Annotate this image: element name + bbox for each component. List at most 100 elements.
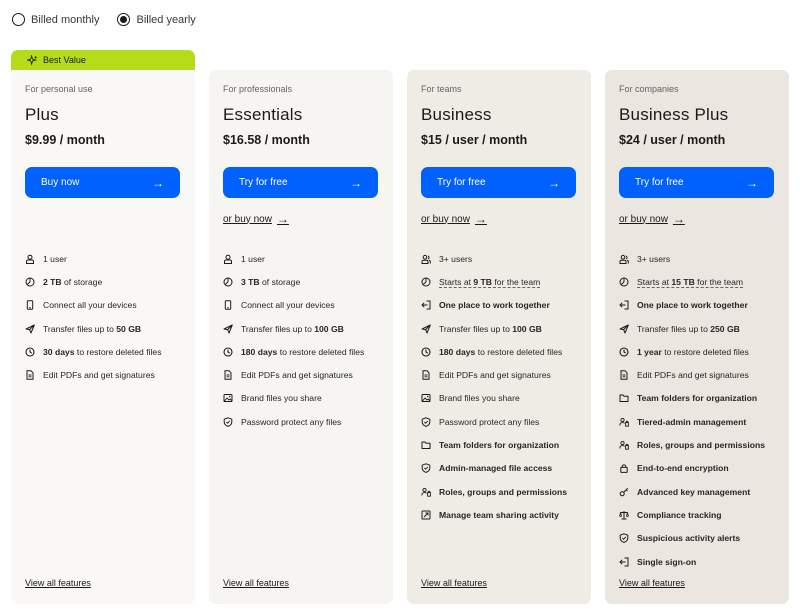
feature-text: Edit PDFs and get signatures: [43, 370, 155, 381]
feature-item: Transfer files up to 100 GB: [421, 317, 581, 340]
feature-label: One place to work together: [439, 300, 550, 310]
feature-label: Starts at 15 TB for the team: [637, 276, 744, 288]
buy-now-link[interactable]: or buy now →: [619, 212, 685, 226]
pdf-icon: [25, 370, 35, 380]
feature-item: Roles, groups and permissions: [619, 433, 779, 456]
feature-item: 1 year to restore deleted files: [619, 340, 779, 363]
feature-text: Transfer files up to: [637, 323, 711, 334]
feature-text: to restore deleted files: [277, 346, 365, 357]
plan-audience: For companies: [619, 84, 679, 94]
shield-icon: [421, 416, 431, 427]
feature-label: 180 days to restore deleted files: [241, 347, 364, 357]
view-all-features-link[interactable]: View all features: [223, 578, 289, 588]
feature-label: Brand files you share: [439, 393, 520, 403]
feature-item: Transfer files up to 50 GB: [25, 317, 185, 340]
feature-text: of storage: [259, 276, 301, 287]
feature-label: 3+ users: [439, 254, 472, 264]
feature-label: 1 year to restore deleted files: [637, 347, 749, 357]
view-all-features-link[interactable]: View all features: [421, 578, 487, 588]
feature-text: to restore deleted files: [74, 346, 162, 357]
storage-icon: [223, 277, 233, 287]
billed-monthly-radio[interactable]: [12, 13, 25, 26]
feature-item: Starts at 9 TB for the team: [421, 270, 581, 293]
restore-icon: [223, 347, 233, 357]
folder-icon: [619, 393, 629, 403]
feature-item: Transfer files up to 100 GB: [223, 317, 383, 340]
feature-text: for the team: [694, 276, 744, 287]
feature-text: Team folders for organization: [439, 440, 560, 451]
try-for-free-button[interactable]: Try for free →: [223, 167, 378, 198]
arrow-right-icon: →: [152, 175, 164, 190]
pdf-icon: [421, 370, 431, 380]
cta-label: Try for free: [635, 177, 684, 188]
device-icon: [25, 300, 35, 310]
feature-text: End-to-end encryption: [637, 463, 729, 474]
feature-text: Starts at: [637, 276, 672, 287]
feature-text: 180 days: [241, 346, 278, 357]
feature-label: Advanced key management: [637, 487, 750, 497]
feature-item: Connect all your devices: [25, 294, 185, 317]
billed-monthly-option[interactable]: Billed monthly: [12, 13, 99, 26]
feature-item: One place to work together: [619, 294, 779, 317]
restore-icon: [619, 347, 629, 357]
feature-label: Connect all your devices: [43, 300, 137, 310]
plan-card-business-plus: For companies Business Plus $24 / user / m…: [605, 70, 789, 604]
feature-text: 9 TB: [473, 276, 493, 287]
feature-text: 250 GB: [710, 323, 740, 334]
feature-text: of storage: [61, 276, 103, 287]
feature-item: Brand files you share: [421, 387, 581, 410]
storage-icon: [619, 277, 629, 287]
plan-price: $24 / user / month: [619, 133, 726, 147]
feature-text: Roles, groups and permissions: [439, 486, 567, 497]
arrow-right-icon: →: [474, 212, 487, 226]
billed-yearly-option[interactable]: Billed yearly: [117, 13, 196, 26]
feature-text: 3+ users: [637, 253, 671, 264]
view-all-features-link[interactable]: View all features: [25, 578, 91, 588]
feature-text: Admin-managed file access: [439, 463, 553, 474]
view-all-features-link[interactable]: View all features: [619, 578, 685, 588]
feature-text: 30 days: [43, 346, 75, 357]
feature-label: Password protect any files: [241, 417, 341, 427]
buy-now-link[interactable]: or buy now →: [223, 212, 289, 226]
share-activity-icon: [421, 510, 431, 520]
billed-monthly-label: Billed monthly: [31, 13, 100, 26]
plan-card-business: For teams Business $15 / user / month Try …: [407, 70, 591, 604]
buy-now-button[interactable]: Buy now →: [25, 167, 180, 198]
feature-label: Team folders for organization: [439, 440, 559, 450]
cta-label: Buy now: [41, 177, 80, 188]
feature-item: Compliance tracking: [619, 503, 779, 526]
user-icon: [25, 254, 35, 264]
feature-text: 100 GB: [512, 323, 542, 334]
arrow-right-icon: →: [276, 212, 289, 226]
try-for-free-button[interactable]: Try for free →: [619, 167, 774, 198]
feature-text: 2 TB: [43, 276, 62, 287]
shield-check-icon: [421, 463, 431, 474]
feature-text: Edit PDFs and get signatures: [241, 370, 353, 381]
buy-now-link[interactable]: or buy now →: [421, 212, 487, 226]
plan-name: Essentials: [223, 105, 303, 124]
scale-icon: [619, 510, 629, 520]
feature-label: Suspicious activity alerts: [637, 533, 740, 543]
arrow-right-icon: →: [746, 175, 758, 190]
feature-label: Single sign-on: [637, 557, 696, 567]
feature-tooltip-trigger[interactable]: Starts at 15 TB for the team: [637, 276, 744, 288]
feature-item: 3+ users: [421, 247, 581, 270]
feature-label: 1 user: [241, 254, 265, 264]
buy-now-label: or buy now: [619, 213, 668, 225]
feature-item: Manage team sharing activity: [421, 503, 581, 526]
feature-text: Suspicious activity alerts: [637, 533, 741, 544]
feature-label: Edit PDFs and get signatures: [241, 370, 353, 380]
feature-text: Single sign-on: [637, 556, 697, 567]
billed-yearly-radio[interactable]: [117, 13, 131, 26]
try-for-free-button[interactable]: Try for free →: [421, 167, 576, 198]
feature-item: Edit PDFs and get signatures: [619, 363, 779, 386]
feature-item: Edit PDFs and get signatures: [223, 363, 383, 386]
plan-price: $15 / user / month: [421, 133, 528, 147]
feature-list: 3+ users Starts at 9 TB for the team One…: [421, 247, 581, 527]
users-icon: [421, 254, 431, 264]
feature-item: One place to work together: [421, 294, 581, 317]
feature-label: 3 TB of storage: [241, 277, 300, 287]
feature-tooltip-trigger[interactable]: Starts at 9 TB for the team: [439, 276, 541, 288]
feature-text: Password protect any files: [439, 416, 540, 427]
lock-icon: [619, 463, 629, 474]
